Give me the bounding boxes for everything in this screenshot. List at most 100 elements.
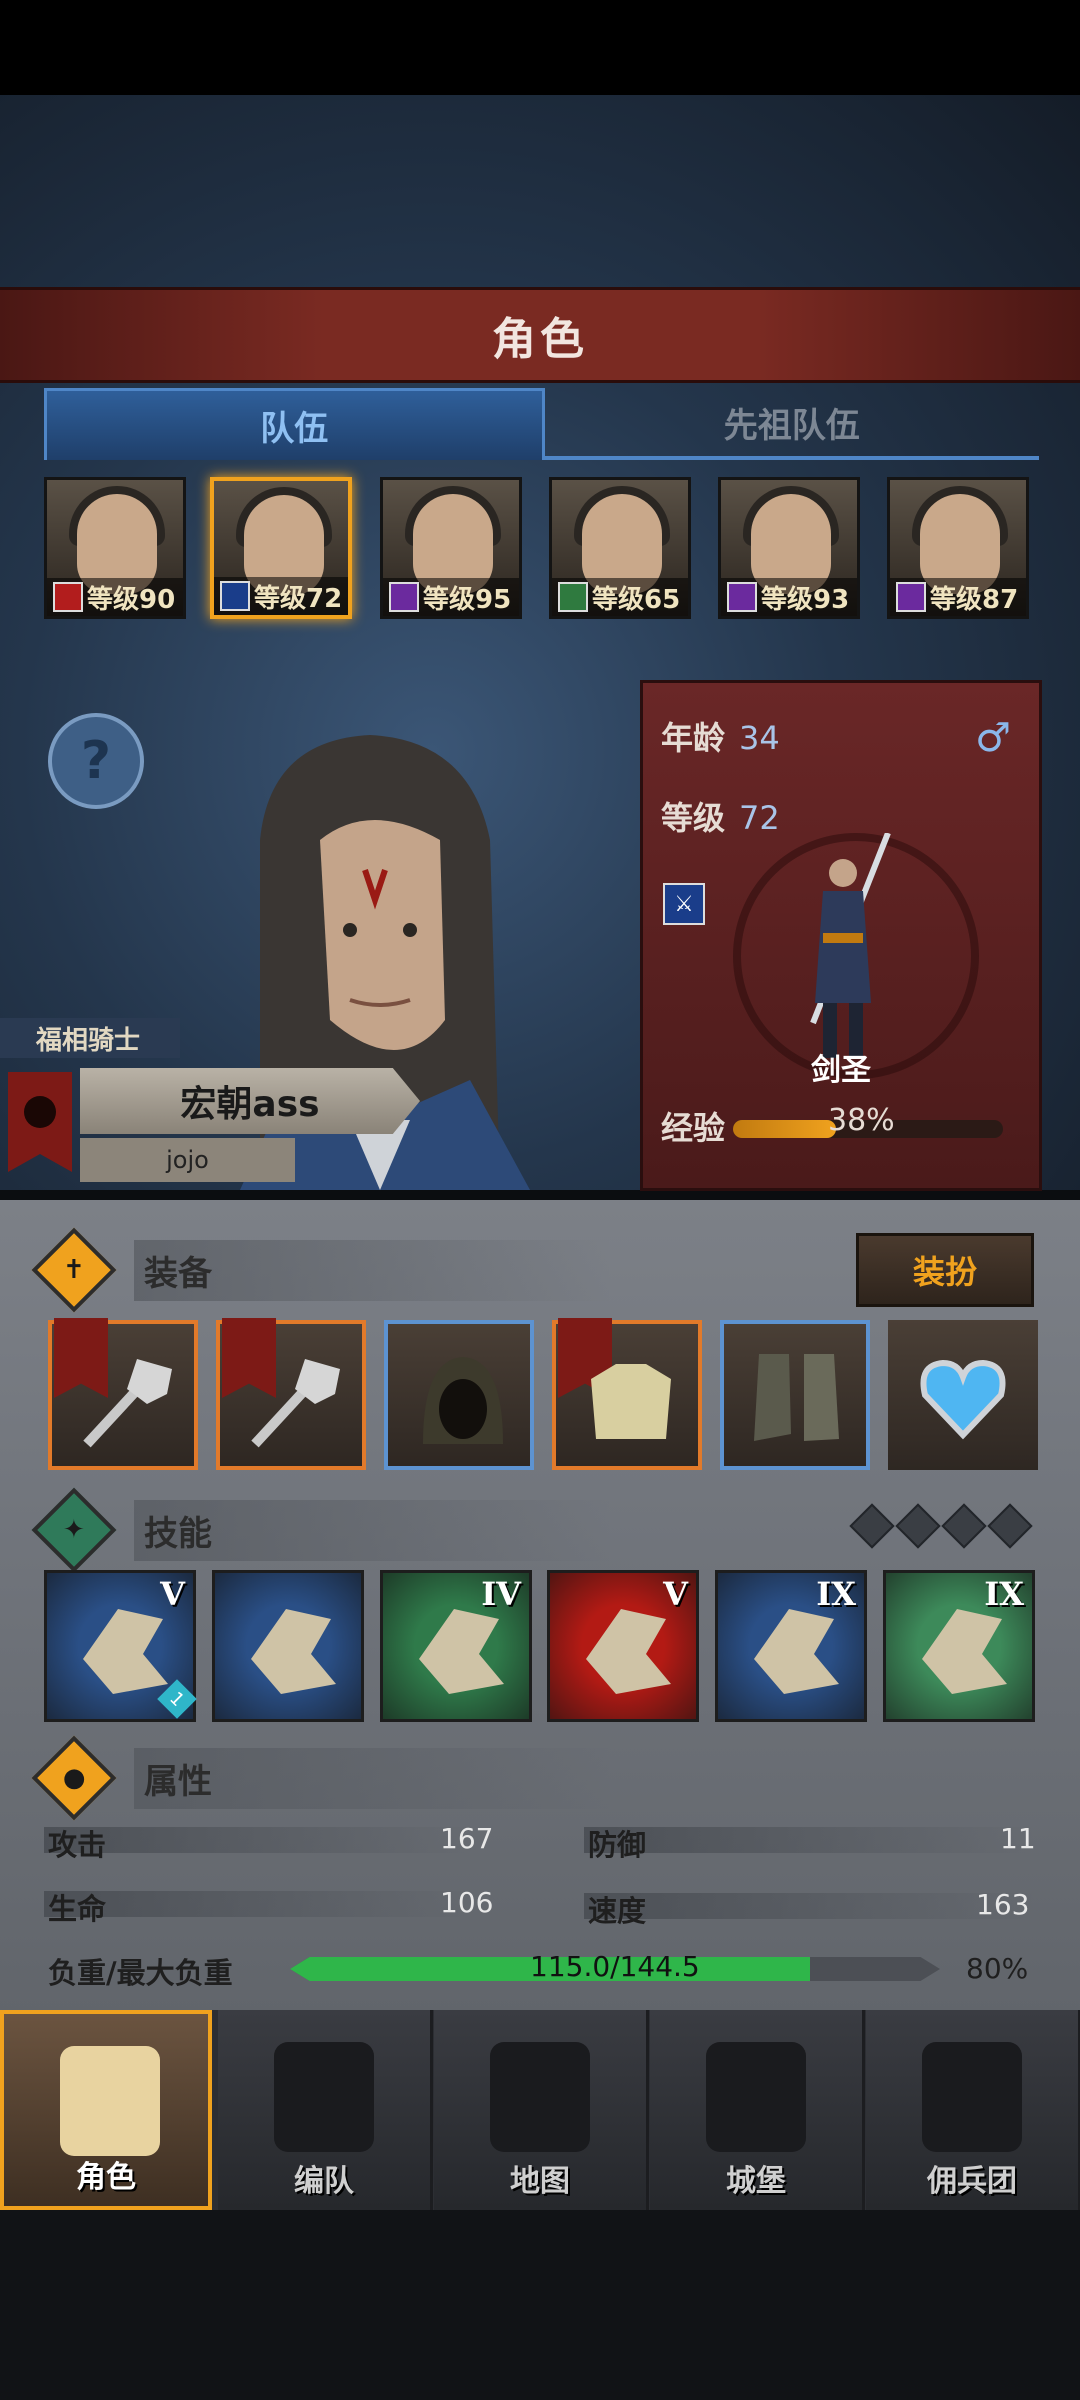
nav-label: 角色 (76, 2160, 136, 2195)
skill-icon (586, 1609, 671, 1694)
page-title-banner: 角色 (0, 287, 1080, 383)
skills-label: 技能 (134, 1499, 612, 1561)
sword-icon (220, 581, 250, 611)
skill-icon (922, 1609, 1007, 1694)
bottom-nav: 角色 编队 地图 城堡 佣兵团 (0, 2010, 1080, 2210)
nav-label: 编队 (294, 2164, 354, 2199)
load-percent: 80% (966, 1952, 1029, 1985)
page-title: 角色 (492, 314, 588, 365)
level-value: 72 (739, 799, 780, 837)
dress-up-button[interactable]: 装扮 (856, 1233, 1034, 1307)
hp-value: 106 (440, 1886, 494, 1919)
party-member-level: 等级90 (87, 584, 176, 615)
equipment-slot[interactable] (888, 1320, 1038, 1470)
equipment-slot[interactable] (552, 1318, 702, 1470)
skill-rank: IX (984, 1575, 1024, 1613)
attributes-label: 属性 (134, 1747, 612, 1809)
nav-label: 城堡 (726, 2164, 786, 2199)
equipment-slot[interactable] (216, 1318, 366, 1470)
equipment-slot[interactable] (48, 1318, 198, 1470)
party-member-level: 等级87 (930, 584, 1019, 615)
knight-icon (60, 2046, 160, 2156)
skill-slot[interactable]: IX (715, 1570, 867, 1722)
status-bar (0, 0, 1080, 95)
character-name[interactable]: 宏朝ass (80, 1068, 420, 1134)
person-icon: ● (31, 1735, 117, 1821)
exp-label: 经验 (661, 1109, 726, 1147)
nav-castle[interactable]: 城堡 (650, 2010, 865, 2210)
hood-icon (423, 1357, 503, 1444)
staff-icon (727, 582, 757, 612)
cross-icon: ✝ (31, 1227, 117, 1313)
slot-diamond-icon (895, 1503, 941, 1549)
skill-slot[interactable]: IV (380, 1570, 532, 1722)
party-member-portrait[interactable]: 等级90 (44, 477, 186, 619)
party-member-portrait[interactable]: 等级95 (380, 477, 522, 619)
equipment-label: 装备 (134, 1239, 612, 1301)
nav-label: 佣兵团 (927, 2164, 1017, 2199)
age-value: 34 (739, 719, 780, 757)
defense-value: 11 (1000, 1822, 1036, 1855)
slot-diamond-icon (941, 1503, 987, 1549)
level-label: 等级 (661, 799, 726, 837)
tab-team[interactable]: 队伍 (44, 388, 545, 460)
helmet-icon (274, 2042, 374, 2152)
skill-rank: IV (481, 1575, 521, 1613)
male-icon: ♂ (975, 715, 1011, 761)
load-value: 115.0/144.5 (530, 1950, 700, 1983)
skill-badge: 1 (157, 1679, 197, 1719)
nav-formation[interactable]: 编队 (218, 2010, 433, 2210)
party-member-level: 等级95 (423, 584, 512, 615)
skill-slot[interactable]: IX (883, 1570, 1035, 1722)
nav-map[interactable]: 地图 (434, 2010, 649, 2210)
nav-mercenary[interactable]: 佣兵团 (866, 2010, 1080, 2210)
player-name: jojo (80, 1138, 295, 1182)
slot-diamond-icon (987, 1503, 1033, 1549)
house-icon (53, 582, 83, 612)
equipment-slot[interactable] (384, 1320, 534, 1470)
skill-rank: V (663, 1575, 688, 1613)
speed-value: 163 (976, 1888, 1030, 1921)
class-name: 剑圣 (811, 1053, 871, 1088)
party-member-portrait[interactable]: 等级87 (887, 477, 1029, 619)
party-member-portrait[interactable]: 等级72 (210, 477, 352, 619)
attack-value: 167 (440, 1822, 494, 1855)
star-icon: ✦ (31, 1487, 117, 1573)
slot-diamond-icon (849, 1503, 895, 1549)
crossed-swords-icon (558, 582, 588, 612)
equipment-slot[interactable] (720, 1320, 870, 1470)
age-label: 年龄 (661, 719, 726, 757)
skill-icon (754, 1609, 839, 1694)
skill-slot[interactable] (212, 1570, 364, 1722)
skill-slot[interactable]: V (547, 1570, 699, 1722)
hp-bar (44, 1891, 474, 1917)
skill-slot[interactable]: V1 (44, 1570, 197, 1722)
character-title: 福相骑士 (0, 1018, 180, 1058)
defense-label: 防御 (588, 1828, 647, 1862)
team-tabs: 队伍 先祖队伍 (44, 388, 1039, 460)
party-member-portrait[interactable]: 等级93 (718, 477, 860, 619)
speed-bar (584, 1893, 1034, 1919)
castle-icon (706, 2042, 806, 2152)
mace-icon (83, 1359, 172, 1448)
nav-character[interactable]: 角色 (0, 2010, 212, 2210)
party-portraits: 等级90 等级72 等级95 等级65 等级93 等级87 (44, 477, 1034, 622)
skill-rank: IX (816, 1575, 856, 1613)
load-label: 负重/最大负重 (48, 1956, 233, 1990)
exp-percent: 38% (828, 1103, 895, 1138)
party-member-level: 等级65 (592, 584, 681, 615)
help-icon[interactable]: ? (48, 713, 144, 809)
skill-slot-indicators (849, 1503, 1033, 1549)
hp-label: 生命 (48, 1892, 107, 1926)
skill-icon (83, 1609, 168, 1694)
tab-ancestor-team[interactable]: 先祖队伍 (544, 388, 1039, 460)
exp-fill (733, 1120, 836, 1138)
nav-label: 地图 (510, 2164, 570, 2199)
heart-amulet-icon (920, 1359, 1006, 1440)
party-member-portrait[interactable]: 等级65 (549, 477, 691, 619)
boots-icon (754, 1354, 839, 1441)
staff-icon (389, 582, 419, 612)
skill-icon (419, 1609, 504, 1694)
compass-icon (490, 2042, 590, 2152)
system-nav-area (0, 2210, 1080, 2400)
